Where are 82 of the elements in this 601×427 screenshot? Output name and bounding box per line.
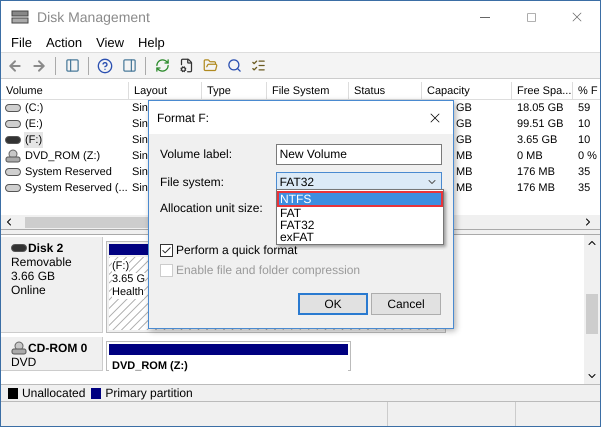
menu-item[interactable]: Action	[40, 32, 88, 52]
table-cell: Sin	[132, 150, 148, 162]
table-cell: Sin	[132, 102, 148, 114]
table-cell: 0 %	[578, 150, 597, 162]
table-cell: MB	[456, 182, 472, 194]
table-cell: 59	[578, 102, 590, 114]
table-cell: MB	[456, 166, 472, 178]
table-cell: 3.65 GB	[517, 134, 558, 146]
disk-name: CD-ROM 0	[28, 341, 88, 355]
disk-info-panel[interactable]: Disk 2 Removable 3.66 GB Online	[1, 237, 103, 333]
disc-drive-icon	[5, 149, 21, 163]
table-cell: 35	[578, 166, 590, 178]
drive-name[interactable]: System Reserved (...	[24, 180, 129, 196]
table-cell: 0 MB	[517, 150, 543, 162]
drive-name[interactable]: System Reserved	[24, 164, 113, 180]
maximize-icon	[526, 12, 536, 22]
table-cell: Sin	[132, 182, 148, 194]
disc-drive-icon	[11, 341, 27, 355]
drive-icon	[5, 184, 21, 192]
drive-icon	[5, 120, 21, 128]
checkbox-label: Enable file and folder compression	[176, 262, 360, 279]
scrollbar-thumb[interactable]	[586, 294, 598, 334]
partition-label: DVD_ROM (Z:)	[112, 360, 188, 373]
column-header[interactable]: Capacity	[422, 82, 512, 99]
table-cell: 18.05 GB	[517, 102, 564, 114]
dropdown-option[interactable]: exFAT	[277, 231, 443, 243]
menu-item[interactable]: File	[5, 32, 38, 52]
menu-item[interactable]: Help	[132, 32, 171, 52]
field-label: File system:	[160, 174, 226, 191]
partition-block[interactable]: DVD_ROM (Z:)	[106, 341, 351, 371]
disk-detail: Removable	[11, 255, 73, 269]
column-header[interactable]: Layout	[129, 82, 202, 99]
drive-icon	[5, 104, 21, 112]
legend-label: Unallocated	[22, 385, 86, 402]
drive-name[interactable]: (F:)	[24, 132, 44, 148]
table-cell: 10	[578, 118, 590, 130]
dialog-title: Format F:	[157, 110, 210, 126]
app-icon	[11, 9, 29, 25]
partition-label: Health	[112, 286, 144, 299]
table-cell: 176 MB	[517, 166, 555, 178]
column-header[interactable]: Status	[349, 82, 422, 99]
disk-info-panel[interactable]: CD-ROM 0 DVD	[1, 337, 103, 371]
drive-icon	[5, 168, 21, 176]
dialog-button[interactable]: Cancel	[371, 293, 441, 315]
table-cell: Sin	[132, 166, 148, 178]
field-label: Allocation unit size:	[160, 200, 263, 217]
menu-item[interactable]: View	[90, 32, 130, 52]
table-cell: 99.51 GB	[517, 118, 564, 130]
table-cell: GB	[456, 134, 472, 146]
column-header[interactable]: Free Spa...	[512, 82, 573, 99]
table-cell: Sin	[132, 118, 148, 130]
disk-detail: DVD	[11, 355, 38, 369]
disk-detail: Online	[11, 283, 47, 297]
legend-label: Primary partition	[105, 385, 193, 402]
checkbox[interactable]	[160, 244, 173, 256]
drive-icon	[5, 136, 21, 144]
table-cell: GB	[456, 118, 472, 130]
table-cell: 35	[578, 182, 590, 194]
drive-icon	[11, 244, 27, 252]
dialog-button[interactable]: OK	[298, 293, 368, 315]
table-cell: Sin	[132, 134, 148, 146]
drive-name[interactable]: DVD_ROM (Z:)	[24, 148, 102, 164]
drive-name[interactable]: (E:)	[24, 116, 44, 132]
volume-label-field[interactable]: New Volume	[276, 144, 442, 164]
drive-name[interactable]: (C:)	[24, 100, 44, 116]
partition-label: (F:)	[112, 260, 130, 273]
window-title: Disk Management	[37, 8, 150, 27]
table-cell: MB	[456, 150, 472, 162]
field-label: Volume label:	[160, 146, 234, 163]
table-cell: 10	[578, 134, 590, 146]
dropdown-option[interactable]: FAT	[277, 207, 443, 219]
partition-label: 3.65 G	[112, 273, 146, 286]
disk-detail: 3.66 GB	[11, 269, 56, 283]
column-header[interactable]: Volume	[1, 82, 129, 99]
minimize-icon	[480, 16, 490, 18]
table-cell: GB	[456, 102, 472, 114]
table-cell: 176 MB	[517, 182, 555, 194]
disk-name: Disk 2	[28, 241, 64, 255]
checkbox-label: Perform a quick format	[176, 242, 298, 259]
column-header[interactable]: Type	[202, 82, 267, 99]
column-header[interactable]: File System	[267, 82, 349, 99]
column-header[interactable]: % F	[573, 82, 600, 99]
